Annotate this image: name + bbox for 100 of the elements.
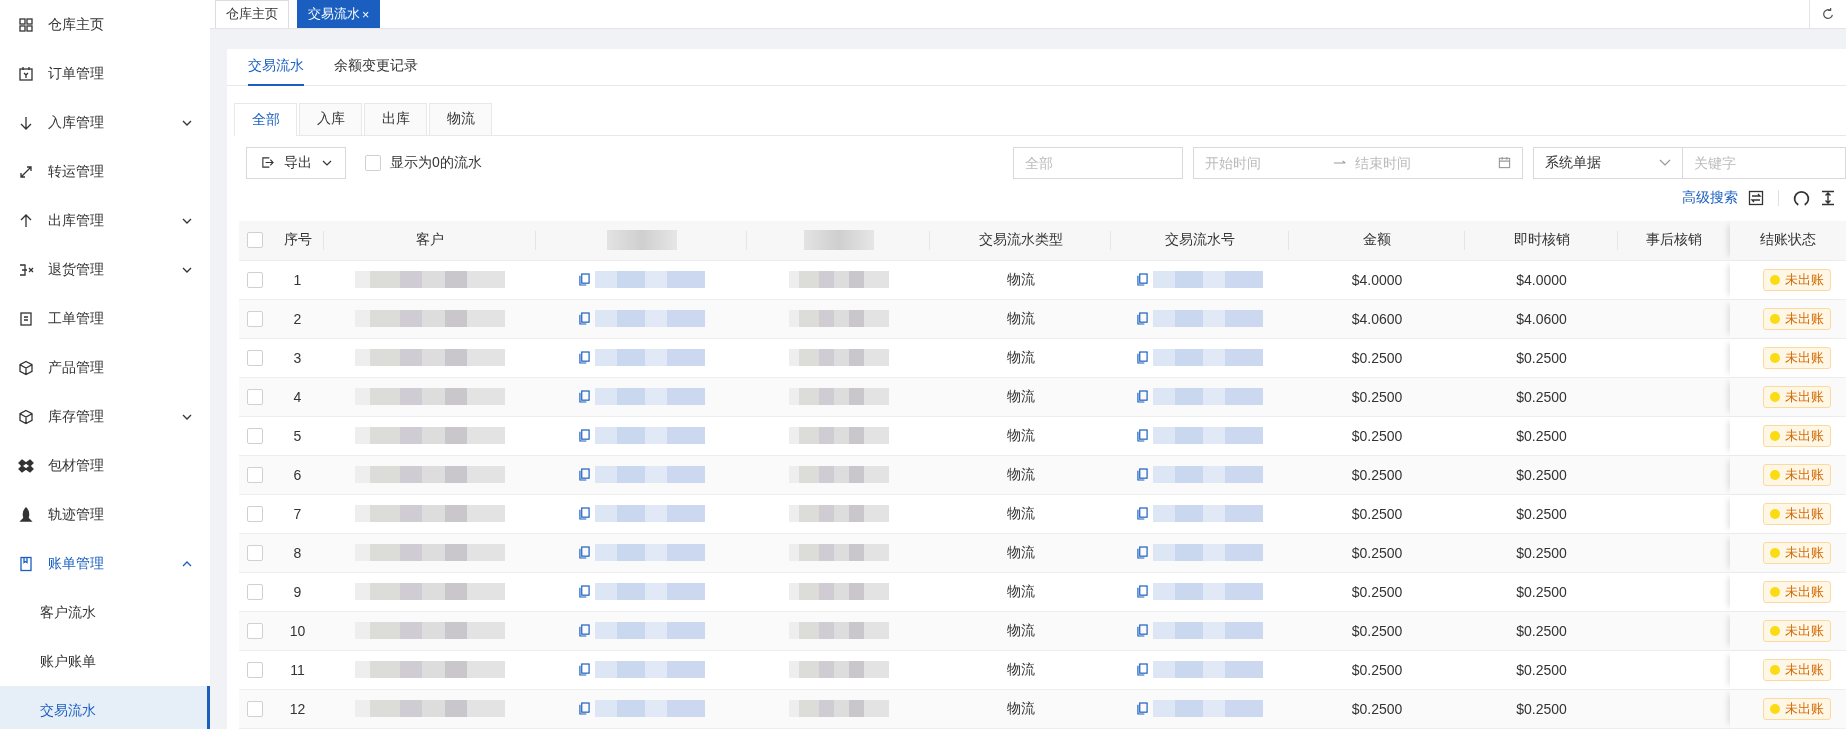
date-range-field[interactable]: 开始时间 结束时间 [1193, 146, 1523, 179]
checkbox[interactable] [247, 623, 263, 639]
sidebar-item[interactable]: 工单管理 [0, 294, 210, 343]
sidebar-subitem[interactable]: 客户流水 [0, 588, 210, 637]
table-cell: 9 [293, 584, 302, 600]
sidebar-item[interactable]: 转运管理 [0, 147, 210, 196]
copy-icon[interactable] [1137, 468, 1148, 482]
copy-icon[interactable] [1137, 351, 1148, 365]
copy-icon[interactable] [578, 624, 590, 638]
copy-icon[interactable] [1137, 507, 1148, 521]
checkbox[interactable] [247, 662, 263, 678]
table-cell: 8 [293, 545, 302, 561]
table-cell: 物流 [1006, 310, 1035, 328]
checkbox[interactable] [247, 389, 263, 405]
copy-icon[interactable] [1137, 702, 1148, 716]
sidebar-item[interactable]: 库存管理 [0, 392, 210, 441]
copy-icon[interactable] [578, 273, 590, 287]
grid-icon [18, 16, 34, 33]
main-tab[interactable]: 交易流水 [248, 49, 304, 86]
sidebar-item[interactable]: 订单管理 [0, 49, 210, 98]
type-select[interactable]: 全部 [1013, 146, 1183, 179]
sidebar-item[interactable]: 退货管理 [0, 245, 210, 294]
advanced-search-link[interactable]: 高级搜索 [1682, 189, 1738, 208]
status-badge: 未出账 [1763, 698, 1831, 720]
export-button[interactable]: 导出 [246, 146, 346, 179]
filter-tab[interactable]: 出库 [364, 102, 427, 135]
filter-tab[interactable]: 全部 [234, 102, 297, 136]
copy-icon[interactable] [578, 312, 590, 326]
status-badge: 未出账 [1763, 620, 1831, 642]
export-icon [260, 156, 274, 170]
copy-icon[interactable] [578, 507, 590, 521]
main-tab[interactable]: 余额变更记录 [334, 49, 418, 86]
rocket-icon [18, 506, 34, 523]
sidebar-item[interactable]: 包材管理 [0, 441, 210, 490]
checkbox[interactable] [247, 467, 263, 483]
sidebar-item[interactable]: 轨迹管理 [0, 490, 210, 539]
copy-icon[interactable] [1137, 273, 1148, 287]
document-select[interactable]: 系统单据 [1533, 146, 1683, 179]
sidebar-item[interactable]: 产品管理 [0, 343, 210, 392]
status-dot [1770, 353, 1780, 363]
chevron-down-icon [182, 266, 192, 273]
copy-icon[interactable] [1137, 546, 1148, 560]
copy-icon[interactable] [578, 429, 590, 443]
calendar-icon [18, 65, 34, 82]
copy-icon[interactable] [578, 702, 590, 716]
copy-icon[interactable] [1137, 429, 1148, 443]
sidebar-item[interactable]: 账单管理 [0, 539, 210, 588]
copy-icon[interactable] [578, 351, 590, 365]
sidebar-subitem[interactable]: 交易流水 [0, 686, 210, 729]
checkbox[interactable] [247, 428, 263, 444]
table-cell: $4.0000 [1351, 272, 1403, 288]
copy-icon[interactable] [578, 390, 590, 404]
arrow-down-icon [18, 114, 34, 131]
copy-icon[interactable] [578, 546, 590, 560]
copy-icon[interactable] [1137, 624, 1148, 638]
table-cell: $4.0600 [1516, 311, 1567, 327]
chevron-down-icon [182, 119, 192, 126]
copy-icon[interactable] [578, 468, 590, 482]
table-cell: 4 [293, 389, 302, 405]
copy-icon[interactable] [1137, 390, 1148, 404]
copy-icon[interactable] [578, 585, 590, 599]
refresh-icon[interactable] [1793, 189, 1810, 207]
filter-tab[interactable]: 入库 [299, 102, 362, 135]
sidebar-item[interactable]: 出库管理 [0, 196, 210, 245]
page-tab[interactable]: 交易流水 × [297, 0, 381, 28]
keyword-field[interactable]: 关键字 [1683, 146, 1846, 179]
swap-icon[interactable] [1748, 190, 1764, 207]
table-cell: $4.0000 [1516, 272, 1567, 288]
column-height-icon[interactable] [1820, 190, 1836, 207]
table-cell: $0.2500 [1351, 389, 1403, 405]
checkbox[interactable] [365, 154, 381, 171]
checkbox[interactable] [247, 701, 263, 717]
checkbox[interactable] [247, 232, 263, 249]
copy-icon[interactable] [578, 663, 590, 677]
chevron-down-icon [182, 413, 192, 420]
checkbox[interactable] [247, 584, 263, 600]
cube-icon [18, 359, 34, 376]
refresh-icon [1821, 7, 1835, 21]
copy-icon[interactable] [1137, 312, 1148, 326]
table-cell: $0.2500 [1516, 506, 1567, 522]
sidebar-item[interactable]: 仓库主页 [0, 0, 210, 49]
copy-icon[interactable] [1137, 585, 1148, 599]
table-cell: $0.2500 [1516, 467, 1567, 483]
checkbox[interactable] [247, 506, 263, 522]
copy-icon[interactable] [1137, 663, 1148, 677]
checkbox[interactable] [247, 350, 263, 366]
sidebar-item[interactable]: 入库管理 [0, 98, 210, 147]
table-cell: $0.2500 [1516, 545, 1567, 561]
page-tab[interactable]: 仓库主页 [215, 0, 289, 28]
table-cell: $0.2500 [1351, 662, 1403, 678]
table-cell: 2 [293, 311, 302, 327]
diagonal-arrow-icon [18, 163, 34, 180]
checkbox[interactable] [247, 311, 263, 327]
table-cell: $0.2500 [1351, 467, 1403, 483]
filter-tab[interactable]: 物流 [429, 102, 492, 135]
table-cell: 物流 [1006, 700, 1035, 718]
table-cell: 10 [289, 623, 306, 639]
checkbox[interactable] [247, 272, 263, 288]
checkbox[interactable] [247, 545, 263, 561]
sidebar-subitem[interactable]: 账户账单 [0, 637, 210, 686]
